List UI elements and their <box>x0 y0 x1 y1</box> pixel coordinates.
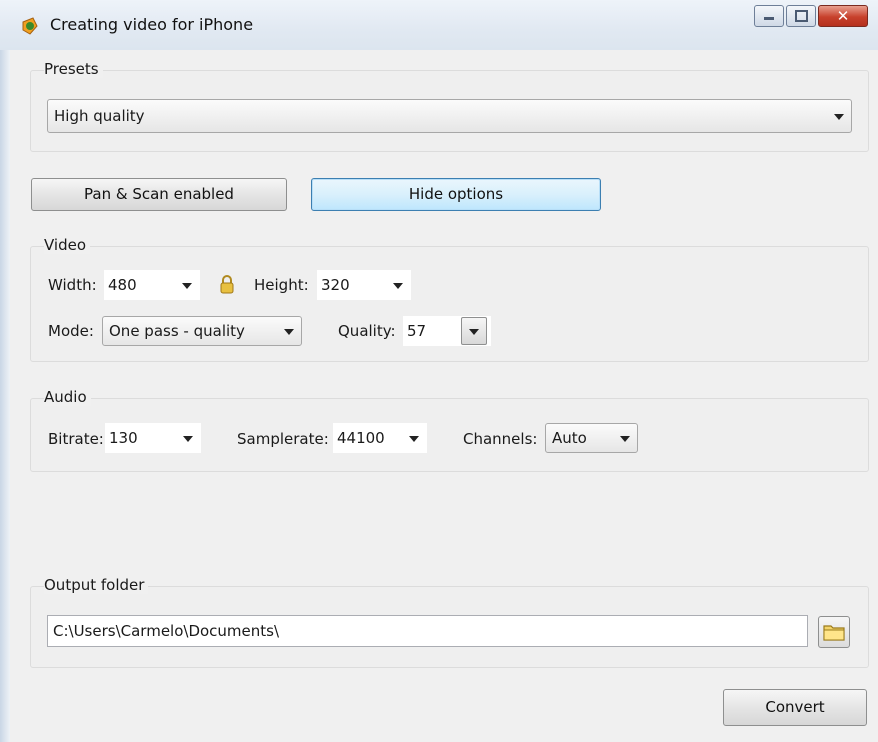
width-dropdown[interactable]: 480 <box>104 270 200 300</box>
close-icon: ✕ <box>836 7 850 25</box>
quality-label: Quality: <box>338 322 396 340</box>
lock-icon[interactable] <box>219 274 235 294</box>
chevron-down-icon <box>409 436 419 442</box>
bitrate-value: 130 <box>109 429 138 447</box>
chevron-down-icon <box>834 114 844 120</box>
hide-options-button[interactable]: Hide options <box>311 178 601 211</box>
chevron-down-icon <box>393 283 403 289</box>
channels-value: Auto <box>552 429 587 447</box>
maximize-button[interactable] <box>786 5 816 27</box>
output-folder-legend: Output folder <box>44 576 149 594</box>
height-value: 320 <box>321 276 350 294</box>
window-title: Creating video for iPhone <box>50 15 254 34</box>
bitrate-dropdown[interactable]: 130 <box>105 423 201 453</box>
chevron-down-icon <box>469 329 479 335</box>
pan-scan-button[interactable]: Pan & Scan enabled <box>31 178 287 211</box>
samplerate-value: 44100 <box>337 429 385 447</box>
width-label: Width: <box>48 276 97 294</box>
maximize-icon <box>795 10 808 22</box>
output-path-value: C:\Users\Carmelo\Documents\ <box>53 622 280 640</box>
samplerate-label: Samplerate: <box>237 430 329 448</box>
quality-dropdown-button[interactable] <box>461 317 487 345</box>
audio-legend: Audio <box>44 388 91 406</box>
video-legend: Video <box>44 236 91 254</box>
height-label: Height: <box>254 276 309 294</box>
mode-value: One pass - quality <box>109 322 245 340</box>
output-path-input[interactable]: C:\Users\Carmelo\Documents\ <box>47 615 808 647</box>
close-button[interactable]: ✕ <box>818 5 868 27</box>
chevron-down-icon <box>284 329 294 335</box>
mode-dropdown[interactable]: One pass - quality <box>102 316 302 346</box>
folder-icon <box>823 625 845 641</box>
width-value: 480 <box>108 276 137 294</box>
presets-legend: Presets <box>44 60 103 78</box>
bitrate-label: Bitrate: <box>48 430 104 448</box>
window-frame-left <box>0 50 10 742</box>
app-icon <box>22 17 38 35</box>
mode-label: Mode: <box>48 322 94 340</box>
window-controls: ✕ <box>752 5 868 31</box>
channels-label: Channels: <box>463 430 538 448</box>
minimize-icon <box>764 17 774 20</box>
convert-button[interactable]: Convert <box>723 689 867 726</box>
browse-folder-button[interactable] <box>818 616 850 648</box>
presets-selected: High quality <box>54 107 145 125</box>
samplerate-dropdown[interactable]: 44100 <box>333 423 427 453</box>
title-bar: Creating video for iPhone ✕ <box>0 0 878 50</box>
chevron-down-icon <box>182 283 192 289</box>
height-dropdown[interactable]: 320 <box>317 270 411 300</box>
chevron-down-icon <box>620 436 630 442</box>
chevron-down-icon <box>183 436 193 442</box>
minimize-button[interactable] <box>754 5 784 27</box>
quality-value: 57 <box>407 322 427 340</box>
channels-dropdown[interactable]: Auto <box>545 423 638 453</box>
presets-dropdown[interactable]: High quality <box>47 99 852 133</box>
